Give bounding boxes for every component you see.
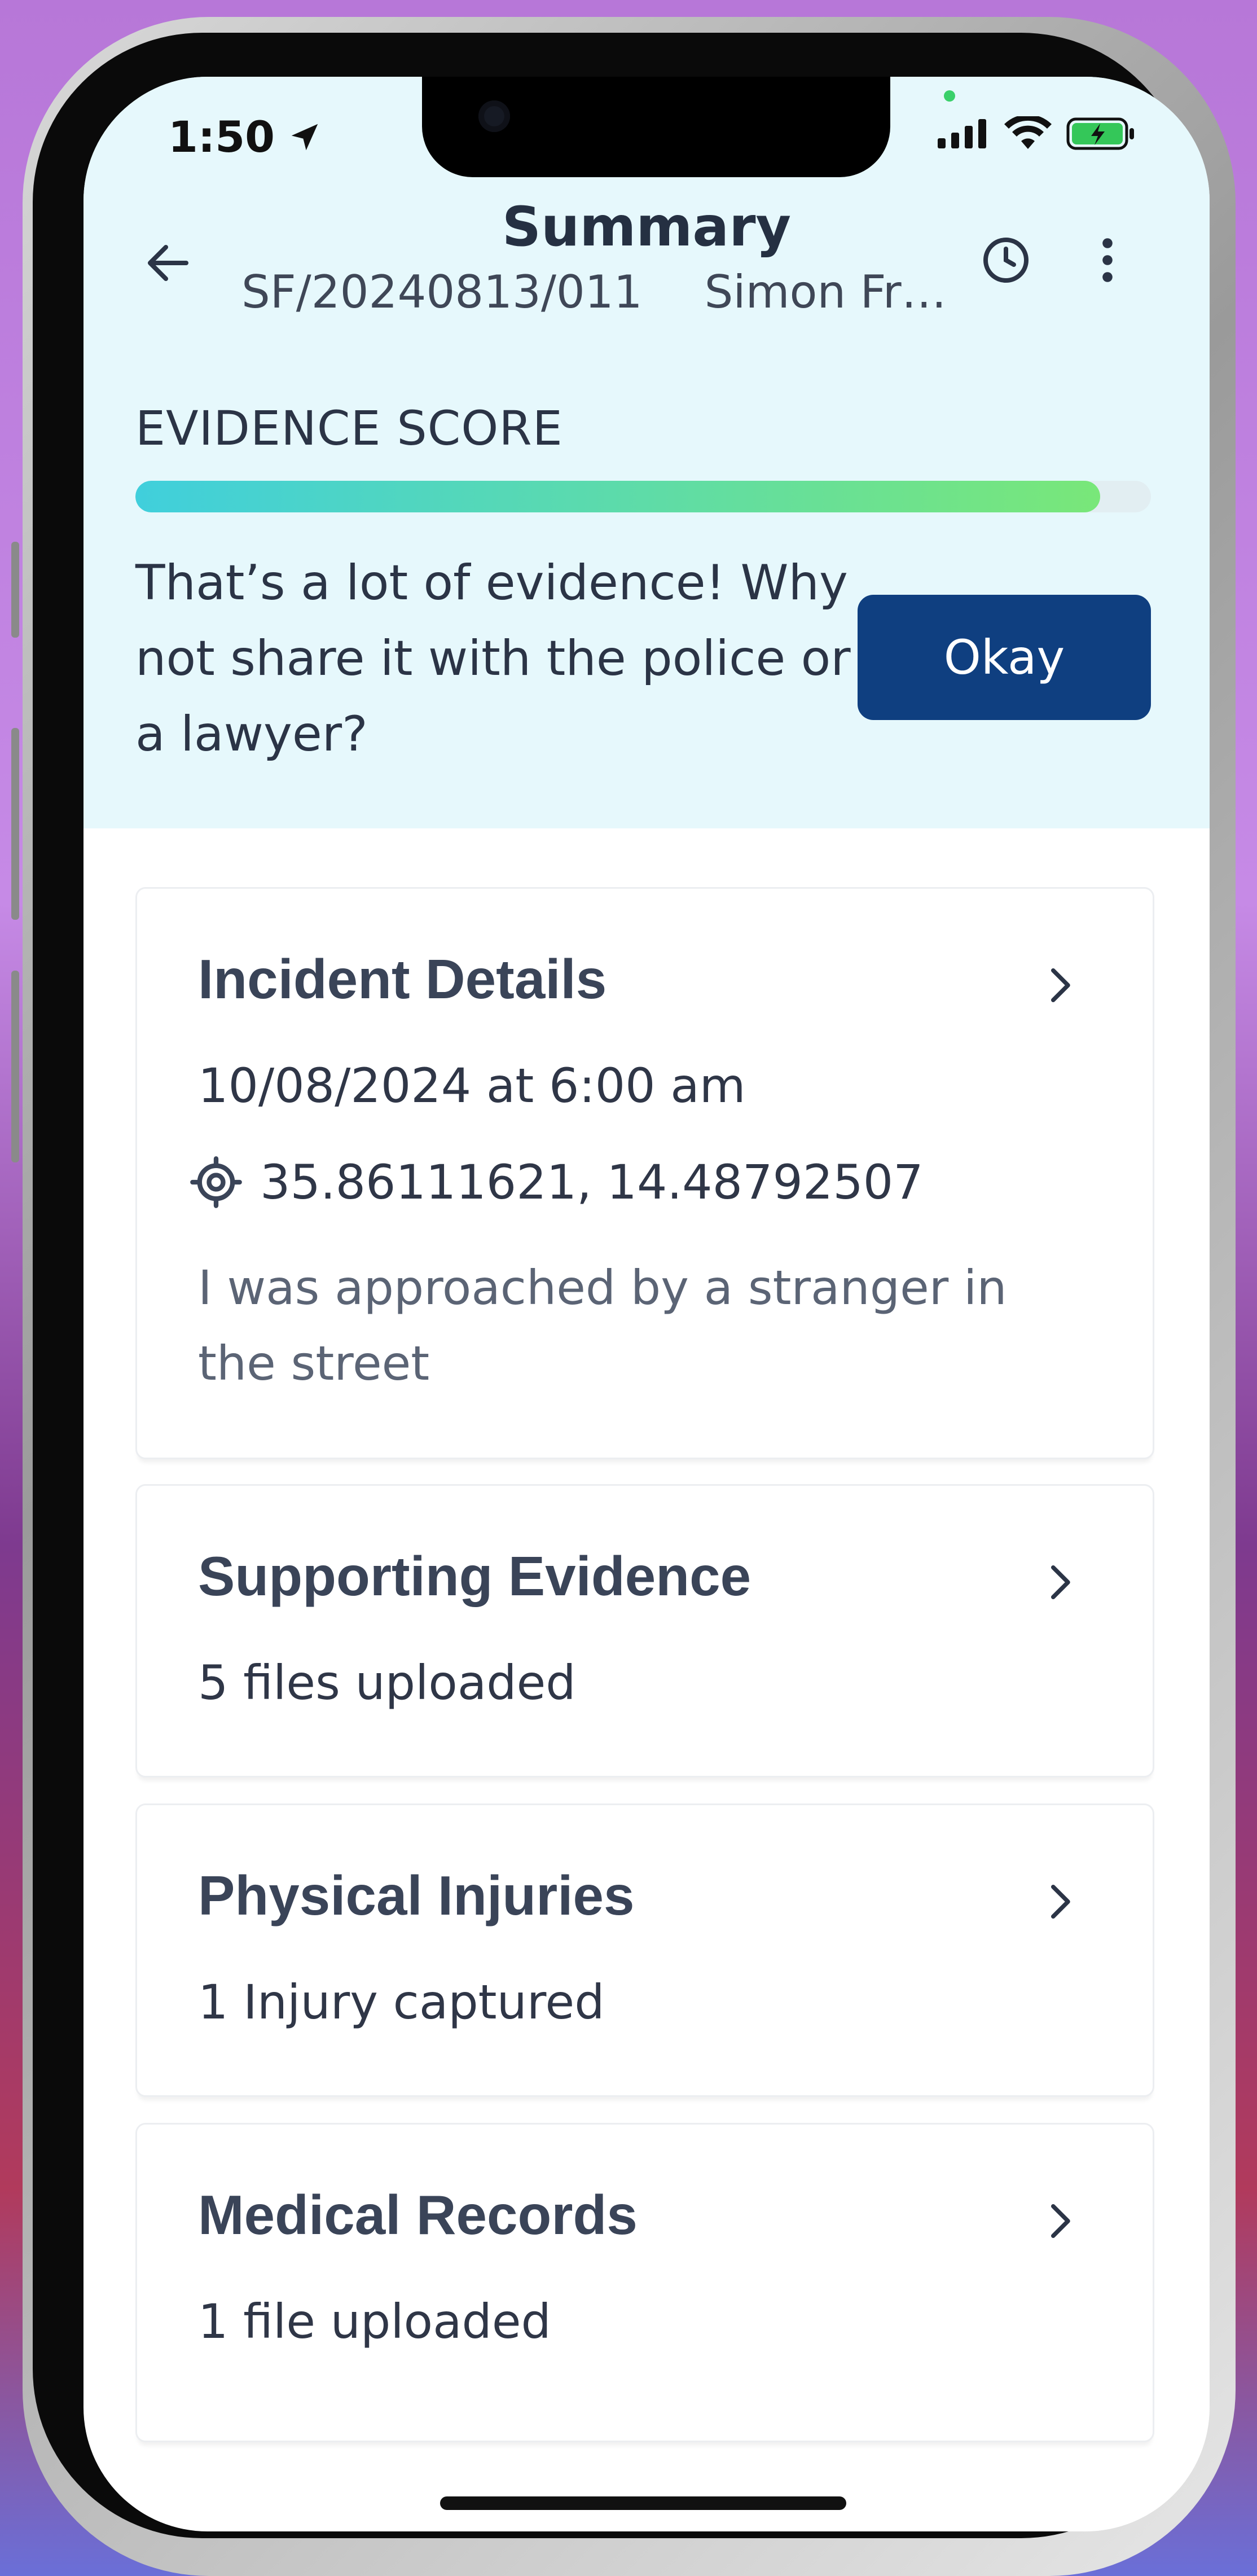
- user-name: Simon Fr…: [704, 266, 947, 318]
- physical-injuries-summary: 1 Injury captured: [198, 1974, 605, 2030]
- okay-button[interactable]: Okay: [858, 595, 1151, 720]
- supporting-evidence-title: Supporting Evidence: [198, 1545, 751, 1607]
- incident-details-title: Incident Details: [198, 948, 607, 1010]
- supporting-evidence-card[interactable]: Supporting Evidence 5 files uploaded: [135, 1484, 1154, 1778]
- incident-coordinates: 35.86111621, 14.48792507: [260, 1155, 924, 1210]
- chevron-right-icon: [1051, 968, 1070, 1002]
- clock-icon: [983, 238, 1029, 283]
- physical-injuries-card[interactable]: Physical Injuries 1 Injury captured: [135, 1803, 1154, 2097]
- chevron-right-icon: [1051, 2204, 1070, 2238]
- location-arrow-icon: [291, 124, 318, 150]
- supporting-evidence-summary: 5 files uploaded: [198, 1655, 576, 1710]
- medical-records-card[interactable]: Medical Records 1 file uploaded: [135, 2123, 1154, 2442]
- incident-location: 35.86111621, 14.48792507: [188, 1154, 924, 1210]
- side-button-volume-up: [11, 728, 19, 920]
- location-target-icon: [190, 1156, 242, 1208]
- incident-description: I was approached by a stranger in the st…: [198, 1260, 1007, 1391]
- front-camera: [478, 100, 510, 132]
- incident-details-card[interactable]: Incident Details 10/08/2024 at 6:00 am 3…: [135, 887, 1154, 1459]
- side-button-mute: [11, 542, 19, 638]
- chevron-right-icon: [1051, 1885, 1070, 1919]
- more-vertical-icon: [1102, 238, 1113, 282]
- history-button[interactable]: [964, 218, 1048, 302]
- medical-records-title: Medical Records: [198, 2184, 638, 2246]
- cellular-signal-icon: [938, 119, 986, 148]
- notch: [422, 77, 890, 177]
- evidence-message: That’s a lot of evidence! Why not share …: [135, 555, 851, 762]
- evidence-score-fill: [135, 481, 1100, 512]
- side-button-volume-down: [11, 971, 19, 1162]
- mic-indicator-dot: [944, 90, 955, 102]
- status-bar-time: 1:50: [168, 112, 322, 162]
- evidence-score-bar: [135, 481, 1151, 512]
- medical-records-summary: 1 file uploaded: [198, 2294, 551, 2349]
- home-indicator[interactable]: [440, 2496, 846, 2510]
- status-bar-icons: [935, 116, 1136, 151]
- physical-injuries-title: Physical Injuries: [198, 1864, 635, 1926]
- case-subtitle: SF/20240813/011 Simon Fr…: [241, 266, 947, 318]
- chevron-right-icon: [1051, 1565, 1070, 1599]
- evidence-score-label: EVIDENCE SCORE: [135, 401, 563, 456]
- wifi-icon: [1004, 116, 1052, 149]
- status-time-text: 1:50: [168, 112, 275, 162]
- battery-charging-icon: [1066, 117, 1134, 150]
- app-screen: 1:50 Summary SF/20240813/011 Simon Fr… E…: [83, 77, 1210, 2531]
- incident-datetime: 10/08/2024 at 6:00 am: [198, 1058, 746, 1113]
- more-options-button[interactable]: [1065, 218, 1150, 302]
- case-id: SF/20240813/011: [241, 266, 643, 318]
